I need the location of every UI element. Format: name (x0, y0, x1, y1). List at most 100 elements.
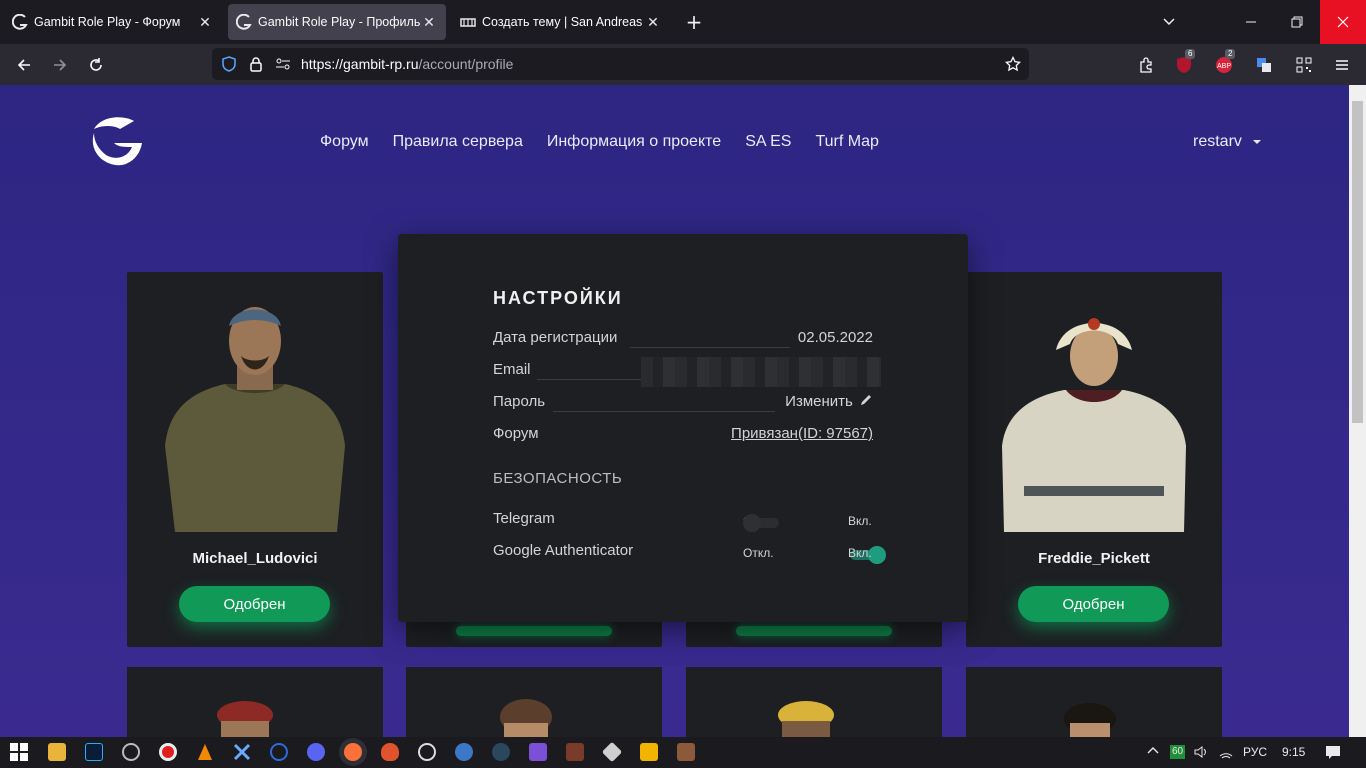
photoshop-icon[interactable] (85, 743, 103, 761)
app-x-icon[interactable] (233, 743, 251, 761)
battery-indicator[interactable]: 60 (1170, 745, 1186, 759)
restore-button[interactable] (1274, 0, 1320, 44)
bookmark-star-icon[interactable] (1005, 56, 1021, 72)
google-authenticator-label: Google Authenticator (493, 542, 634, 559)
site-nav: Форум Правила сервера Информация о проек… (320, 133, 879, 151)
notifications-icon[interactable] (1325, 744, 1341, 763)
tab-title: Gambit Role Play - Профиль UC (258, 15, 420, 29)
nav-turf-map[interactable]: Turf Map (815, 133, 878, 151)
character-card (127, 667, 383, 737)
shield-icon[interactable] (221, 56, 239, 72)
adblock-extension-icon[interactable]: ABP 2 (1211, 49, 1237, 78)
tray-chevron-up-icon[interactable] (1146, 744, 1160, 761)
scrollbar-thumb[interactable] (1352, 101, 1363, 423)
hamburger-menu-icon[interactable] (1329, 52, 1355, 78)
close-window-button[interactable] (1320, 0, 1366, 44)
forward-arrow-icon[interactable] (47, 52, 73, 78)
game-icon[interactable] (566, 743, 584, 761)
itunes-icon[interactable] (418, 743, 436, 761)
translate-icon[interactable] (1251, 52, 1277, 78)
page-content: Форум Правила сервера Информация о проек… (0, 85, 1349, 737)
gambit-logo-icon (12, 14, 28, 30)
vlc-icon[interactable] (196, 743, 214, 761)
character-name: Freddie_Pickett (1038, 550, 1150, 567)
network-icon[interactable] (1218, 744, 1234, 763)
character-card: Freddie_Pickett Одобрен (966, 272, 1222, 647)
tab-title: Gambit Role Play - Форум (34, 15, 181, 29)
divider (553, 411, 775, 412)
svg-text:ABP: ABP (1217, 63, 1231, 70)
app-shield-icon[interactable] (381, 743, 399, 761)
forum-link[interactable]: Привязан(ID: 97567) (731, 425, 873, 442)
url-host: https://gambit-rp.ru (301, 56, 419, 72)
steam-icon[interactable] (492, 743, 510, 761)
qbittorrent-icon[interactable] (455, 743, 473, 761)
forum-icon (460, 14, 476, 30)
qr-code-icon[interactable] (1291, 52, 1317, 78)
ublock-shield-icon[interactable]: 6 (1171, 49, 1197, 78)
file-explorer-icon[interactable] (48, 743, 66, 761)
settings-title: НАСТРОЙКИ (493, 288, 623, 308)
tab-list-chevron-icon[interactable] (1146, 0, 1192, 44)
extension-badge: 6 (1185, 49, 1196, 59)
divider (630, 347, 790, 348)
language-indicator[interactable]: РУС (1243, 745, 1267, 759)
registration-date-row: Дата регистрации 02.05.2022 (493, 329, 873, 349)
permissions-icon[interactable] (275, 56, 293, 72)
minimize-button[interactable] (1228, 0, 1274, 44)
url-path: /account/profile (418, 56, 514, 72)
app-cube-icon[interactable] (601, 741, 623, 763)
lock-icon[interactable] (248, 56, 266, 72)
nav-sa-es[interactable]: SA ES (745, 133, 791, 151)
user-menu[interactable]: restarv (1193, 133, 1262, 151)
nav-server-rules[interactable]: Правила сервера (393, 133, 523, 151)
change-password-link[interactable]: Изменить (785, 393, 873, 411)
clock[interactable]: 9:15 (1282, 745, 1305, 759)
windows-taskbar: 60 РУС 9:15 (0, 737, 1366, 768)
gambit-logo-icon[interactable] (88, 113, 144, 173)
tab-profile[interactable]: Gambit Role Play - Профиль UC ✕ (228, 4, 446, 40)
reload-icon[interactable] (83, 52, 109, 78)
record-icon[interactable] (159, 743, 177, 761)
registration-date-label: Дата регистрации (493, 329, 618, 346)
new-tab-button[interactable]: + (672, 0, 716, 44)
close-tab-icon[interactable]: ✕ (420, 14, 438, 31)
forum-link-text[interactable]: Привязан(ID: 97567) (731, 425, 873, 442)
discord-icon[interactable] (307, 743, 325, 761)
app-hex-icon[interactable] (640, 743, 658, 761)
page-scrollbar[interactable] (1349, 85, 1366, 737)
volume-icon[interactable] (1193, 744, 1209, 763)
windows-start-icon[interactable] (10, 743, 28, 761)
telegram-toggle-row: Telegram Откл. Вкл. (493, 510, 873, 532)
toggle-on-label: Вкл. (848, 514, 872, 528)
username: restarv (1193, 133, 1242, 151)
caret-down-icon (1252, 133, 1262, 151)
firefox-icon[interactable] (344, 743, 362, 761)
character-card: Michael_Ludovici Одобрен (127, 272, 383, 647)
approved-status-button[interactable]: Одобрен (179, 586, 330, 622)
tab-forum[interactable]: Gambit Role Play - Форум ✕ (4, 4, 222, 40)
nav-forum[interactable]: Форум (320, 133, 369, 151)
character-avatar (155, 296, 355, 532)
status-button-glow (736, 626, 892, 636)
settings-modal: НАСТРОЙКИ Дата регистрации 02.05.2022 Em… (398, 234, 968, 622)
tab-create-topic[interactable]: Создать тему | San Andreas Em ✕ (452, 4, 670, 40)
close-tab-icon[interactable]: ✕ (644, 14, 662, 31)
tab-bar: Gambit Role Play - Форум ✕ Gambit Role P… (0, 0, 1366, 44)
obs-icon[interactable] (122, 743, 140, 761)
toggle-off-label: Откл. (743, 546, 774, 560)
app-globe-icon[interactable] (270, 743, 288, 761)
character-name: Michael_Ludovici (192, 550, 318, 567)
registration-date-value: 02.05.2022 (797, 329, 873, 346)
app-purple-icon[interactable] (529, 743, 547, 761)
extension-badge: 2 (1225, 49, 1236, 59)
forum-row: Форум Привязан(ID: 97567) (493, 425, 873, 445)
extensions-puzzle-icon[interactable] (1133, 52, 1159, 78)
nav-project-info[interactable]: Информация о проекте (547, 133, 721, 151)
address-bar[interactable]: https://gambit-rp.ru/account/profile (212, 48, 1029, 80)
close-tab-icon[interactable]: ✕ (196, 14, 214, 31)
gta-sa-icon[interactable] (677, 743, 695, 761)
approved-status-button[interactable]: Одобрен (1018, 586, 1169, 622)
telegram-toggle[interactable] (743, 514, 781, 532)
back-arrow-icon[interactable] (11, 52, 37, 78)
